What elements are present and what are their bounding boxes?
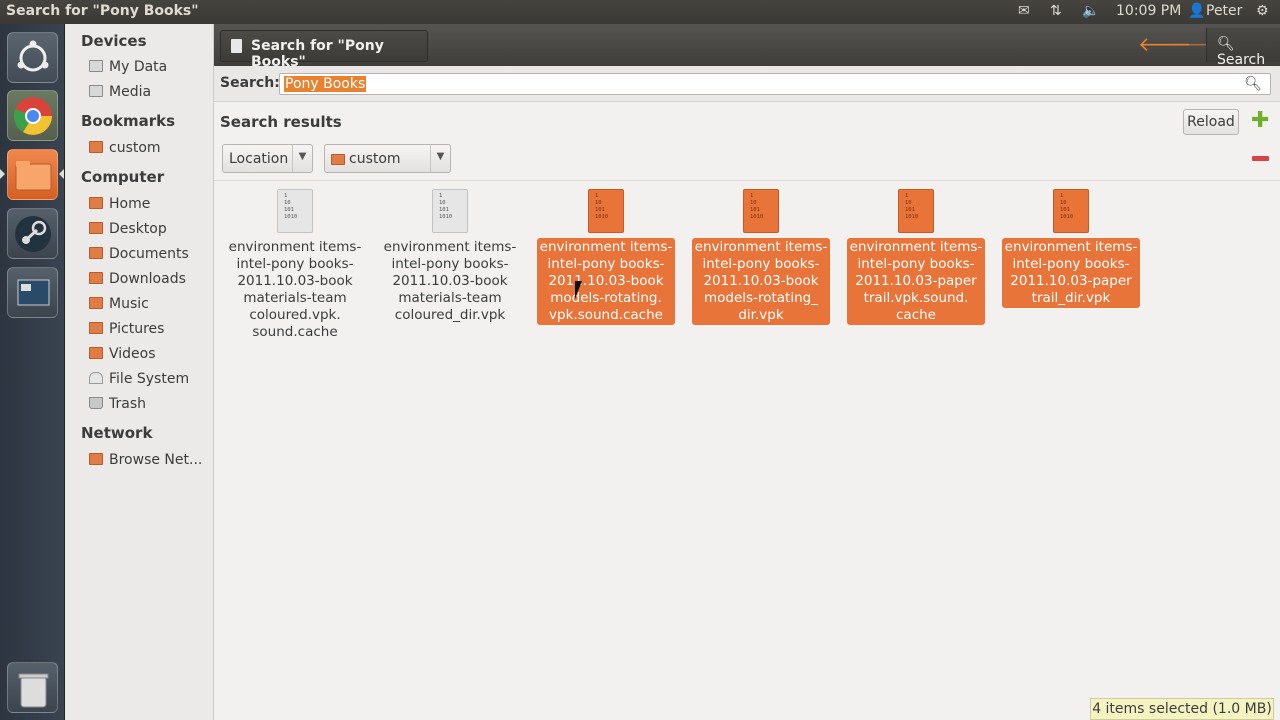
- sidebar-item-browse-network[interactable]: Browse Net...: [89, 452, 209, 474]
- file-item[interactable]: 1 10 101 1010 environment items-intel-pony …: [692, 189, 830, 325]
- file-icon-digits: 1 10 101 1010: [1060, 193, 1074, 220]
- file-icon-digits: 1 10 101 1010: [750, 193, 764, 220]
- file-name: environment items-intel-pony books-2011.…: [228, 239, 362, 340]
- folder-combo-label: custom: [349, 151, 401, 167]
- sidebar-item-my-data[interactable]: My Data: [89, 59, 209, 81]
- drive-icon: [89, 85, 103, 97]
- launcher-active-indicator: [0, 169, 5, 179]
- steam-icon[interactable]: [7, 208, 58, 259]
- sidebar-item-trash[interactable]: Trash: [89, 396, 209, 418]
- binary-file-icon: 1 10 101 1010: [432, 189, 468, 233]
- location-combo-label: Location: [229, 151, 289, 167]
- search-input-value: Pony Books: [284, 76, 367, 92]
- sidebar-item-documents[interactable]: Documents: [89, 246, 209, 268]
- file-name: environment items-intel-pony books-2011.…: [537, 238, 675, 325]
- mouse-cursor: [575, 281, 582, 299]
- status-bar: 4 items selected (1.0 MB): [1090, 698, 1274, 720]
- music-icon: [89, 297, 103, 309]
- network-icon: [89, 453, 103, 465]
- sidebar-heading-bookmarks: Bookmarks: [81, 112, 176, 130]
- file-item[interactable]: 1 10 101 1010 environment items-intel-pony …: [381, 189, 519, 325]
- sidebar-heading-network: Network: [81, 424, 153, 442]
- user-icon[interactable]: 👤: [1188, 3, 1205, 19]
- sidebar: Devices My Data Media Bookmarks custom C…: [65, 24, 214, 720]
- binary-file-icon: 1 10 101 1010: [588, 189, 624, 233]
- drive-icon: [89, 60, 103, 72]
- mail-icon[interactable]: ✉: [1018, 3, 1030, 19]
- location-combo[interactable]: Location ▼: [222, 144, 313, 173]
- folder-icon: [331, 154, 345, 165]
- file-system-icon: [89, 372, 103, 384]
- videos-icon: [89, 347, 103, 359]
- search-icon: 🔍︎: [1217, 36, 1235, 52]
- search-icon[interactable]: 🔍︎: [1244, 76, 1262, 92]
- clock[interactable]: 10:09 PM: [1116, 3, 1181, 19]
- remove-criteria-icon[interactable]: [1252, 156, 1269, 161]
- file-name: environment items-intel-pony books-2011.…: [847, 238, 985, 325]
- location-tab[interactable]: Search for "Pony Books": [220, 30, 428, 70]
- sidebar-item-custom[interactable]: custom: [89, 140, 209, 162]
- user-name[interactable]: Peter: [1206, 3, 1242, 19]
- search-button[interactable]: 🔍︎ Search: [1206, 28, 1280, 68]
- workspace-switcher-icon[interactable]: [7, 267, 58, 318]
- search-label: Search:: [220, 75, 280, 91]
- sidebar-item-home[interactable]: Home: [89, 196, 209, 218]
- binary-file-icon: 1 10 101 1010: [277, 189, 313, 233]
- search-input[interactable]: Pony Books 🔍︎: [279, 73, 1271, 95]
- trash-icon: [89, 397, 103, 409]
- volume-icon[interactable]: 🔈: [1082, 3, 1099, 19]
- search-row: Search: Pony Books 🔍︎: [214, 66, 1280, 102]
- documents-icon: [89, 247, 103, 259]
- file-name: environment items-intel-pony books-2011.…: [1002, 238, 1140, 308]
- folder-combo[interactable]: custom ▼: [324, 144, 451, 173]
- files-icon[interactable]: [7, 149, 58, 200]
- downloads-icon: [89, 272, 103, 284]
- file-name: environment items-intel-pony books-2011.…: [692, 238, 830, 325]
- trash-icon[interactable]: [7, 662, 58, 713]
- document-icon: [231, 39, 242, 53]
- binary-file-icon: 1 10 101 1010: [1053, 189, 1089, 233]
- pictures-icon: [89, 322, 103, 334]
- file-item[interactable]: 1 10 101 1010 environment items-intel-pony …: [847, 189, 985, 325]
- settings-icon[interactable]: ⚙: [1256, 3, 1269, 19]
- header-bar: Search for "Pony Books" 🡐 🡒 🔍︎ Search: [214, 24, 1280, 70]
- network-icon[interactable]: ⇅: [1050, 3, 1062, 19]
- file-icon-digits: 1 10 101 1010: [439, 193, 453, 220]
- sidebar-item-downloads[interactable]: Downloads: [89, 271, 209, 293]
- binary-file-icon: 1 10 101 1010: [898, 189, 934, 233]
- results-title: Search results: [220, 113, 342, 131]
- file-icon-digits: 1 10 101 1010: [284, 193, 298, 220]
- launcher: [0, 24, 65, 720]
- file-name: environment items-intel-pony books-2011.…: [383, 239, 517, 323]
- file-item[interactable]: 1 10 101 1010 environment items-intel-pony …: [1002, 189, 1140, 308]
- sidebar-item-pictures[interactable]: Pictures: [89, 321, 209, 343]
- sidebar-item-music[interactable]: Music: [89, 296, 209, 318]
- sidebar-item-file-system[interactable]: File System: [89, 371, 209, 393]
- chevron-down-icon: ▼: [430, 145, 450, 172]
- sidebar-item-videos[interactable]: Videos: [89, 346, 209, 368]
- sidebar-heading-computer: Computer: [81, 168, 165, 186]
- sidebar-item-desktop[interactable]: Desktop: [89, 221, 209, 243]
- binary-file-icon: 1 10 101 1010: [743, 189, 779, 233]
- reload-button[interactable]: Reload: [1183, 109, 1239, 135]
- sidebar-item-media[interactable]: Media: [89, 84, 209, 106]
- file-item[interactable]: 1 10 101 1010 environment items-intel-pony …: [537, 189, 675, 325]
- file-icon-digits: 1 10 101 1010: [905, 193, 919, 220]
- launcher-focus-indicator: [59, 169, 64, 179]
- sidebar-heading-devices: Devices: [81, 32, 147, 50]
- desktop-icon: [89, 222, 103, 234]
- chevron-down-icon: ▼: [292, 145, 312, 172]
- file-icon-digits: 1 10 101 1010: [595, 193, 609, 220]
- top-panel: Search for "Pony Books" ✉ ⇅ 🔈 10:09 PM 👤…: [0, 0, 1280, 24]
- folder-icon: [89, 141, 103, 153]
- ubuntu-dash-icon[interactable]: [7, 32, 58, 83]
- file-item[interactable]: 1 10 101 1010 environment items-intel-pony …: [226, 189, 364, 342]
- window-title: Search for "Pony Books": [6, 3, 199, 19]
- home-icon: [89, 197, 103, 209]
- add-criteria-icon[interactable]: ✚: [1251, 110, 1269, 132]
- chrome-icon[interactable]: [7, 90, 58, 141]
